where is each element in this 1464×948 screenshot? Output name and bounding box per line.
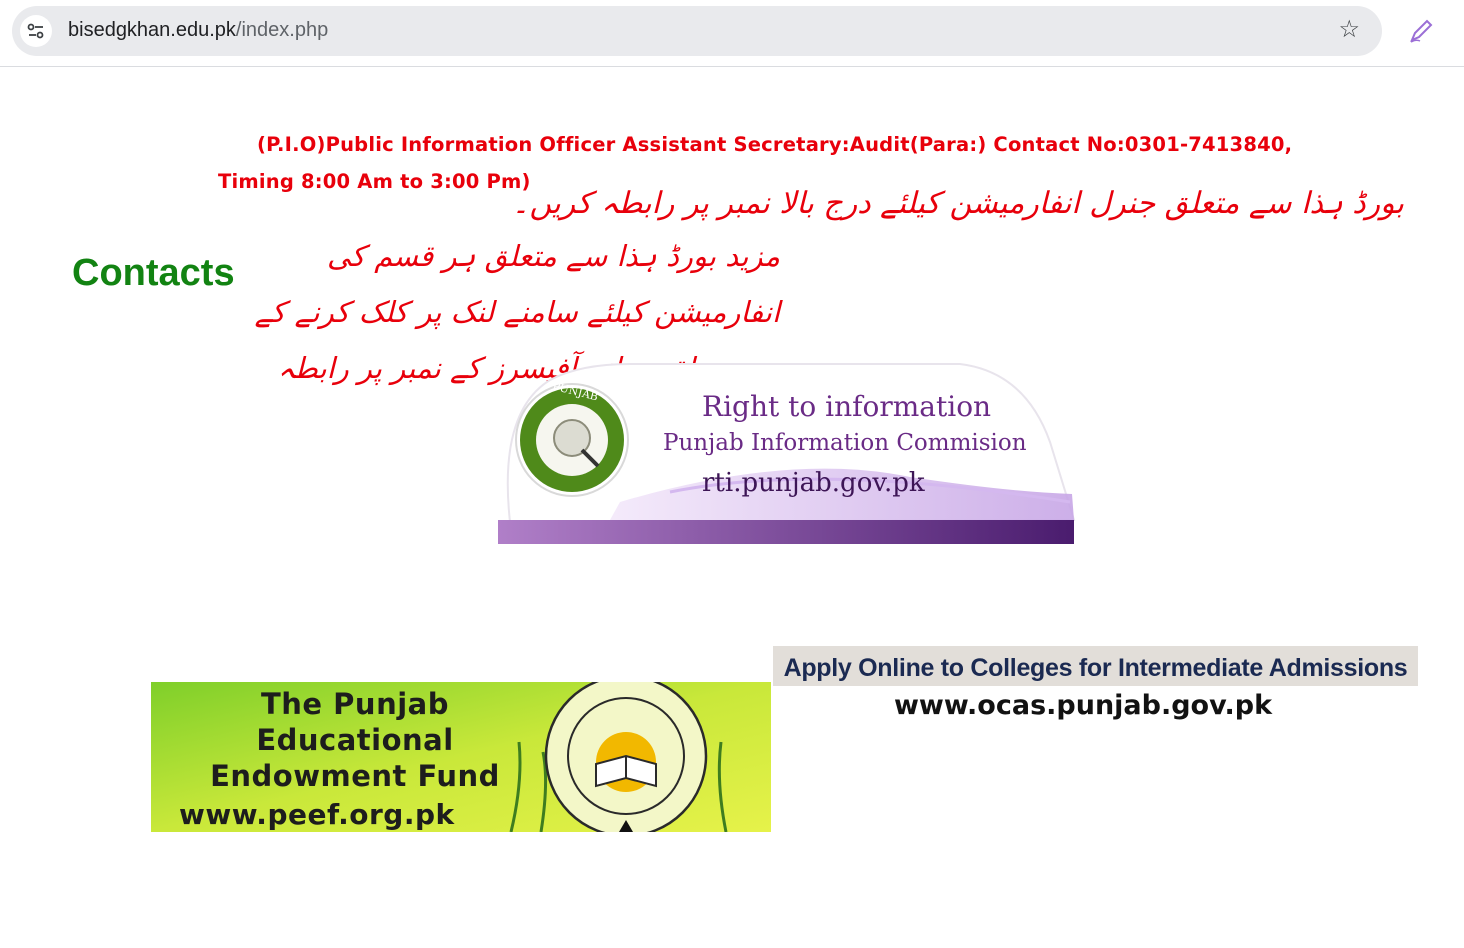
url-text[interactable]: bisedgkhan.edu.pk/index.php — [68, 19, 328, 42]
browser-toolbar: bisedgkhan.edu.pk/index.php ☆ — [0, 0, 1464, 67]
url-path: /index.php — [235, 19, 329, 41]
rti-title: Right to information — [702, 390, 992, 423]
rti-url: rti.punjab.gov.pk — [702, 468, 925, 498]
ocas-title: Apply Online to Colleges for Intermediat… — [783, 654, 1408, 682]
ocas-url: www.ocas.punjab.gov.pk — [893, 690, 1273, 721]
pio-timing-line: Timing 8:00 Am to 3:00 Pm) — [218, 170, 531, 193]
urdu-general-info-text: بورڈ ہذا سے متعلق جنرل انفارمیشن کیلئے د… — [511, 186, 1404, 221]
pio-contact-line: (P.I.O)Public Information Officer Assist… — [257, 133, 1293, 156]
peef-title-line1: The Punjab Educational — [256, 687, 454, 757]
address-bar[interactable]: bisedgkhan.edu.pk/index.php ☆ — [12, 6, 1382, 56]
pen-icon[interactable] — [1408, 18, 1434, 49]
ocas-banner-link[interactable]: Apply Online to Colleges for Intermediat… — [773, 646, 1418, 724]
rti-subtitle: Punjab Information Commision — [663, 430, 1027, 456]
peef-banner-link[interactable]: The Punjab Educational Endowment Fund ww… — [151, 682, 771, 832]
peef-url: www.peef.org.pk — [179, 798, 455, 831]
contacts-heading: Contacts — [72, 252, 235, 294]
peef-title-line2: Endowment Fund — [210, 759, 500, 793]
star-icon[interactable]: ☆ — [1338, 17, 1360, 43]
rti-banner-link[interactable]: PUNJAB Right to information Punjab Infor… — [490, 352, 1080, 548]
url-host: bisedgkhan.edu.pk — [68, 19, 236, 41]
peef-title: The Punjab Educational Endowment Fund — [169, 686, 541, 794]
tune-icon[interactable] — [20, 15, 52, 47]
